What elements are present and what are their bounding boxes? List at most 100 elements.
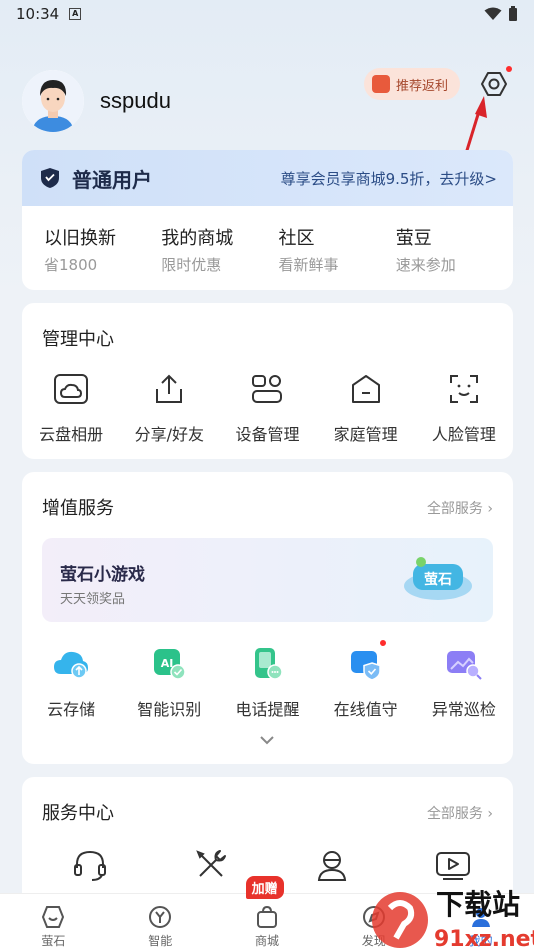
quick-link-my-mall[interactable]: 我的商城 限时优惠	[161, 224, 278, 275]
service-center-item[interactable]	[30, 845, 151, 885]
settings-button[interactable]	[476, 66, 512, 102]
cloud-album-icon	[54, 374, 89, 404]
member-card: 普通用户 尊享会员享商城9.5折，去升级> 以旧换新 省1800 我的商城 限时…	[22, 150, 513, 290]
value-services-card: 增值服务 全部服务 › 萤石小游戏 天天领奖品 萤石 云存储 AI 智能识别 电…	[22, 472, 513, 764]
game-title: 萤石小游戏	[60, 565, 145, 585]
promo-referral-label: 推荐返利	[395, 78, 448, 94]
mini-game-banner[interactable]: 萤石小游戏 天天领奖品 萤石	[42, 538, 493, 622]
mall-icon	[256, 905, 277, 928]
headset-icon	[74, 850, 107, 881]
gift-bag-icon	[371, 75, 390, 93]
management-item-label: 设备管理	[235, 425, 300, 444]
quick-link-subtitle: 限时优惠	[161, 256, 222, 274]
service-item-label: 云存储	[47, 700, 96, 719]
service-item-label: 电话提醒	[235, 700, 300, 719]
management-item-face[interactable]: 人脸管理	[415, 369, 513, 445]
watermark-domain: 91xz.net	[434, 927, 534, 950]
service-item-label: 在线值守	[333, 700, 398, 719]
member-level: 普通用户	[72, 167, 152, 192]
status-bar: 10:34 A	[0, 0, 534, 28]
service-item-online-guard[interactable]: 在线值守	[317, 640, 415, 720]
quick-link-trade-in[interactable]: 以旧换新 省1800	[44, 224, 161, 275]
quick-link-beans[interactable]: 萤豆 速来参加	[396, 224, 513, 275]
shield-icon	[41, 168, 59, 188]
gear-icon	[481, 72, 507, 96]
chevron-right-icon: ›	[487, 501, 493, 517]
battery-icon	[509, 6, 517, 21]
management-item-label: 家庭管理	[333, 425, 398, 444]
section-title: 管理中心	[42, 329, 114, 350]
management-item-label: 分享/好友	[134, 425, 204, 444]
device-icon	[252, 375, 283, 403]
quick-link-title: 萤豆	[395, 228, 432, 249]
service-item-phone-alert[interactable]: 电话提醒	[218, 644, 316, 720]
management-center-card: 管理中心 云盘相册 分享/好友 设备管理 家庭管理 人脸管理	[22, 303, 513, 459]
service-item-anomaly-inspect[interactable]: 异常巡检	[415, 644, 513, 720]
nav-label: 商城	[254, 934, 279, 948]
quick-link-subtitle: 看新鲜事	[278, 256, 339, 274]
all-services-label: 全部服务	[426, 806, 483, 822]
nav-label: 萤石	[41, 934, 66, 948]
member-upgrade-banner[interactable]: 普通用户 尊享会员享商城9.5折，去升级>	[22, 150, 513, 206]
quick-link-subtitle: 速来参加	[395, 256, 456, 274]
guard-icon	[350, 651, 381, 681]
cloud-storage-icon	[54, 651, 89, 679]
avatar[interactable]	[22, 70, 84, 132]
quick-link-title: 社区	[278, 228, 315, 249]
nav-item-smart[interactable]: 智能	[107, 894, 214, 950]
ai-icon: AI	[154, 649, 187, 680]
all-services-label: 全部服务	[426, 501, 483, 517]
phone-icon	[255, 648, 284, 680]
upgrade-link[interactable]: 尊享会员享商城9.5折，去升级>	[281, 168, 497, 189]
avatar-illustration-icon	[22, 70, 84, 132]
promo-referral-button[interactable]: 推荐返利	[363, 68, 460, 100]
notification-icon: A	[69, 8, 82, 20]
wifi-icon	[484, 7, 502, 20]
section-title: 服务中心	[42, 803, 114, 824]
all-services-link[interactable]: 全部服务 ›	[427, 803, 493, 823]
video-icon	[435, 852, 470, 880]
service-center-item[interactable]	[272, 845, 393, 885]
management-item-label: 人脸管理	[431, 425, 496, 444]
face-icon	[449, 375, 478, 403]
chevron-right-icon: ›	[487, 806, 493, 822]
inspect-icon	[446, 651, 482, 680]
watermark-title: 下载站	[436, 888, 520, 921]
service-item-label: 异常巡检	[431, 700, 496, 719]
management-item-family[interactable]: 家庭管理	[317, 369, 415, 445]
all-services-link[interactable]: 全部服务 ›	[427, 498, 493, 518]
management-item-devices[interactable]: 设备管理	[218, 369, 316, 445]
nav-item-yingshi[interactable]: 萤石	[0, 894, 107, 950]
share-icon	[156, 374, 183, 403]
profile-header: sspudu 推荐返利	[22, 66, 512, 136]
value-service-icons: 云存储 AI 智能识别 电话提醒 在线值守 异常巡检	[22, 640, 513, 720]
quick-links: 以旧换新 省1800 我的商城 限时优惠 社区 看新鲜事 萤豆 速来参加	[22, 206, 513, 275]
mall-promo-badge: 加赠	[245, 876, 284, 899]
game-logo-icon: 萤石	[404, 557, 472, 600]
username[interactable]: sspudu	[100, 88, 171, 114]
guard-notification-dot	[379, 640, 386, 646]
nav-item-mall[interactable]: 加赠 商城	[214, 876, 321, 950]
quick-link-title: 以旧换新	[44, 228, 116, 249]
service-item-ai[interactable]: AI 智能识别	[120, 644, 218, 720]
game-subtitle: 天天领奖品	[60, 592, 126, 607]
yingshi-icon	[42, 906, 65, 928]
site-watermark-logo-icon: 下载站 91xz.net	[372, 888, 534, 950]
quick-link-community[interactable]: 社区 看新鲜事	[279, 224, 396, 275]
service-item-label: 智能识别	[137, 700, 202, 719]
agent-icon	[317, 851, 346, 881]
chevron-down-icon[interactable]	[257, 734, 277, 746]
quick-link-title: 我的商城	[161, 228, 234, 249]
management-icons: 云盘相册 分享/好友 设备管理 家庭管理 人脸管理	[22, 369, 513, 445]
game-logo-text: 萤石	[424, 571, 452, 588]
service-center-item[interactable]	[392, 845, 513, 885]
management-item-cloud-album[interactable]: 云盘相册	[22, 369, 120, 445]
home-icon	[351, 375, 380, 403]
section-title: 增值服务	[42, 498, 114, 519]
status-time: 10:34	[16, 5, 60, 23]
management-item-share[interactable]: 分享/好友	[120, 369, 218, 445]
service-item-cloud-storage[interactable]: 云存储	[22, 644, 120, 720]
tools-icon	[196, 850, 227, 877]
settings-notification-dot	[506, 66, 512, 72]
management-item-label: 云盘相册	[39, 425, 104, 444]
